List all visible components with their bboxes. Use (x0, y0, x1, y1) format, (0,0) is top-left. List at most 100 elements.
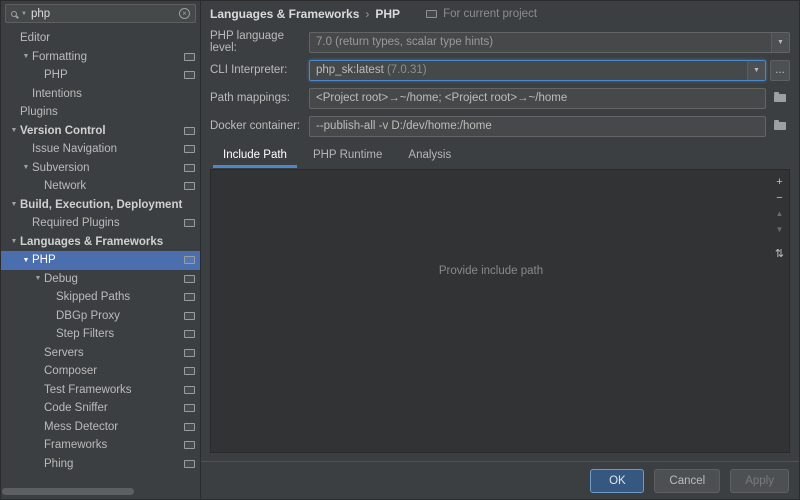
language-level-value: 7.0 (return types, scalar type hints) (316, 36, 771, 48)
search-box[interactable]: ▼ × (5, 4, 196, 23)
tree-item-dbgp-proxy[interactable]: DBGp Proxy (1, 307, 200, 326)
tree-item-frameworks[interactable]: Frameworks (1, 436, 200, 455)
language-level-select[interactable]: 7.0 (return types, scalar type hints) ▼ (309, 32, 790, 53)
remove-icon[interactable]: − (772, 190, 787, 206)
tree-item-label: Test Frameworks (44, 384, 180, 396)
path-mappings-input[interactable] (309, 88, 766, 109)
tree-item-label: Plugins (20, 106, 195, 118)
project-settings-icon (184, 275, 195, 283)
search-input[interactable] (31, 8, 175, 20)
path-mappings-browse-button[interactable] (770, 88, 790, 109)
project-settings-icon (184, 53, 195, 61)
move-down-icon[interactable]: ▼ (772, 222, 787, 238)
tree-item-mess-detector[interactable]: Mess Detector (1, 418, 200, 437)
tree-item-label: Step Filters (56, 328, 180, 340)
php-settings-form: PHP language level: 7.0 (return types, s… (201, 26, 799, 140)
expand-arrow-icon[interactable]: ▼ (20, 257, 32, 264)
expand-arrow-icon[interactable]: ▼ (20, 53, 32, 60)
tree-item-phing[interactable]: Phing (1, 455, 200, 474)
tree-item-plugins[interactable]: Plugins (1, 103, 200, 122)
project-settings-icon (184, 367, 195, 375)
chevron-down-icon[interactable]: ▼ (747, 61, 765, 80)
tree-item-editor[interactable]: Editor (1, 29, 200, 48)
tree-item-label: Composer (44, 365, 180, 377)
tree-item-label: Issue Navigation (32, 143, 180, 155)
tree-item-php[interactable]: ▼PHP (1, 251, 200, 270)
expand-arrow-icon[interactable]: ▼ (20, 164, 32, 171)
cli-interpreter-select[interactable]: php_sk:latest (7.0.31) ▼ (309, 60, 766, 81)
docker-container-browse-button[interactable] (770, 116, 790, 137)
search-history-chevron-icon[interactable]: ▼ (21, 11, 27, 17)
settings-tree: Editor▼FormattingPHPIntentionsPlugins▼Ve… (1, 25, 200, 499)
tree-item-composer[interactable]: Composer (1, 362, 200, 381)
tree-item-label: Code Sniffer (44, 402, 180, 414)
cancel-button[interactable]: Cancel (654, 469, 720, 493)
tree-item-label: Formatting (32, 51, 180, 63)
project-settings-icon (184, 293, 195, 301)
settings-sidebar: ▼ × Editor▼FormattingPHPIntentionsPlugin… (1, 1, 201, 499)
move-up-icon[interactable]: ▲ (772, 206, 787, 222)
path-mappings-label: Path mappings: (210, 92, 309, 104)
tree-item-required-plugins[interactable]: Required Plugins (1, 214, 200, 233)
tree-item-php[interactable]: PHP (1, 66, 200, 85)
project-settings-icon (184, 423, 195, 431)
breadcrumb-current: PHP (375, 7, 400, 21)
tab-php-runtime[interactable]: PHP Runtime (300, 145, 395, 168)
tree-item-version-control[interactable]: ▼Version Control (1, 122, 200, 141)
settings-main-panel: Languages & Frameworks › PHP For current… (201, 1, 799, 499)
breadcrumb-parent[interactable]: Languages & Frameworks (210, 7, 359, 21)
tree-item-languages-frameworks[interactable]: ▼Languages & Frameworks (1, 233, 200, 252)
expand-arrow-icon[interactable]: ▼ (32, 275, 44, 282)
sidebar-horizontal-scrollbar[interactable] (2, 488, 134, 495)
tree-item-test-frameworks[interactable]: Test Frameworks (1, 381, 200, 400)
tree-item-build-execution-deployment[interactable]: ▼Build, Execution, Deployment (1, 196, 200, 215)
tree-item-skipped-paths[interactable]: Skipped Paths (1, 288, 200, 307)
interpreter-more-button[interactable]: ... (770, 60, 790, 81)
tree-item-subversion[interactable]: ▼Subversion (1, 159, 200, 178)
search-area: ▼ × (1, 1, 200, 25)
expand-arrow-icon[interactable]: ▼ (8, 127, 20, 134)
tree-item-code-sniffer[interactable]: Code Sniffer (1, 399, 200, 418)
include-path-panel[interactable]: Provide include path +−▲▼ ⇅ (210, 169, 790, 453)
tree-item-step-filters[interactable]: Step Filters (1, 325, 200, 344)
project-settings-icon (184, 219, 195, 227)
chevron-down-icon[interactable]: ▼ (771, 33, 789, 52)
tree-item-servers[interactable]: Servers (1, 344, 200, 363)
project-settings-icon (184, 71, 195, 79)
scope-note-label: For current project (443, 8, 537, 20)
project-settings-icon (184, 256, 195, 264)
ok-button[interactable]: OK (590, 469, 644, 493)
cli-interpreter-value: php_sk:latest (7.0.31) (316, 64, 747, 76)
cli-interpreter-row: CLI Interpreter: php_sk:latest (7.0.31) … (210, 56, 790, 84)
language-level-row: PHP language level: 7.0 (return types, s… (210, 28, 790, 56)
tree-item-intentions[interactable]: Intentions (1, 85, 200, 104)
clear-search-icon[interactable]: × (179, 8, 190, 19)
add-icon[interactable]: + (772, 174, 787, 190)
tree-item-label: Intentions (32, 88, 195, 100)
interpreter-version: (7.0.31) (387, 64, 427, 76)
expand-arrow-icon[interactable]: ▼ (8, 201, 20, 208)
tree-item-label: Required Plugins (32, 217, 180, 229)
docker-container-row: Docker container: (210, 112, 790, 140)
apply-button[interactable]: Apply (730, 469, 789, 493)
tree-item-label: Subversion (32, 162, 180, 174)
tree-item-issue-navigation[interactable]: Issue Navigation (1, 140, 200, 159)
project-settings-icon (184, 386, 195, 394)
tab-include-path[interactable]: Include Path (210, 145, 300, 168)
search-icon (11, 11, 17, 17)
language-level-label: PHP language level: (210, 30, 309, 54)
sort-icon[interactable]: ⇅ (772, 246, 787, 262)
tree-item-label: Version Control (20, 125, 180, 137)
tree-item-label: PHP (44, 69, 180, 81)
current-project-icon (426, 10, 437, 18)
project-settings-icon (184, 145, 195, 153)
docker-container-input[interactable] (309, 116, 766, 137)
expand-arrow-icon[interactable]: ▼ (8, 238, 20, 245)
docker-container-label: Docker container: (210, 120, 309, 132)
tab-analysis[interactable]: Analysis (395, 145, 464, 168)
tree-item-debug[interactable]: ▼Debug (1, 270, 200, 289)
breadcrumb: Languages & Frameworks › PHP For current… (201, 1, 799, 26)
tree-item-formatting[interactable]: ▼Formatting (1, 48, 200, 67)
empty-state-text: Provide include path (211, 265, 771, 277)
tree-item-network[interactable]: Network (1, 177, 200, 196)
